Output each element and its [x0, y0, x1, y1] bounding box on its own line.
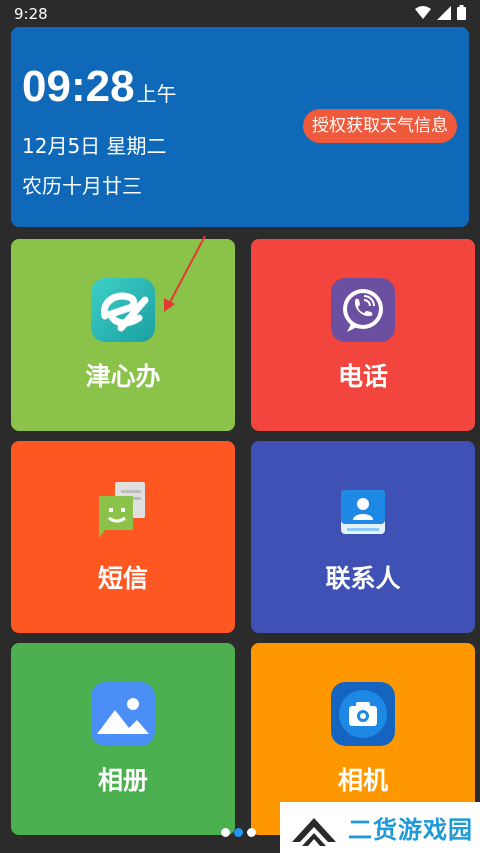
- annotation-arrow-icon: [164, 235, 206, 312]
- gallery-icon: [91, 682, 155, 746]
- wifi-icon: [415, 5, 431, 19]
- signal-icon: [437, 5, 451, 20]
- clock-time: 09:28: [22, 62, 135, 111]
- app-tile-phone[interactable]: 电话: [251, 239, 475, 431]
- status-bar: 9:28: [0, 0, 480, 28]
- app-tile-label: 相册: [97, 766, 148, 795]
- watermark: 二货游戏园: [280, 802, 480, 853]
- sms-icon: [91, 480, 155, 544]
- app-tile-contacts[interactable]: 联系人: [251, 441, 475, 633]
- app-tile-label: 相机: [337, 766, 388, 795]
- app-tile-label: 联系人: [325, 564, 401, 593]
- status-icons: [415, 5, 466, 20]
- authorize-weather-button[interactable]: 授权获取天气信息: [303, 109, 457, 143]
- page-dot[interactable]: [221, 828, 230, 837]
- page-dot-active[interactable]: [234, 828, 243, 837]
- app-tile-gallery[interactable]: 相册: [11, 643, 235, 835]
- clock-ampm: 上午: [136, 82, 177, 106]
- page-indicator: [221, 828, 256, 837]
- app-tile-label: 津心办: [85, 362, 161, 391]
- status-time: 9:28: [14, 5, 48, 23]
- app-tile-label: 电话: [337, 362, 388, 391]
- jinxinban-app-icon: [91, 278, 155, 342]
- clock: 09:28 上午: [22, 65, 177, 109]
- app-tile-sms[interactable]: 短信: [11, 441, 235, 633]
- contacts-icon: [331, 480, 395, 544]
- watermark-logo-icon: [292, 817, 336, 846]
- date-text: 12月5日 星期二: [22, 134, 167, 158]
- phone-icon: [331, 278, 395, 342]
- camera-icon: [331, 682, 395, 746]
- app-tile-label: 短信: [97, 564, 148, 593]
- page-dot[interactable]: [247, 828, 256, 837]
- battery-icon: [457, 5, 466, 20]
- clock-weather-card: 09:28 上午 12月5日 星期二 农历十月廿三 授权获取天气信息: [11, 27, 469, 227]
- watermark-text: 二货游戏园: [348, 816, 473, 844]
- lunar-date-text: 农历十月廿三: [22, 174, 142, 198]
